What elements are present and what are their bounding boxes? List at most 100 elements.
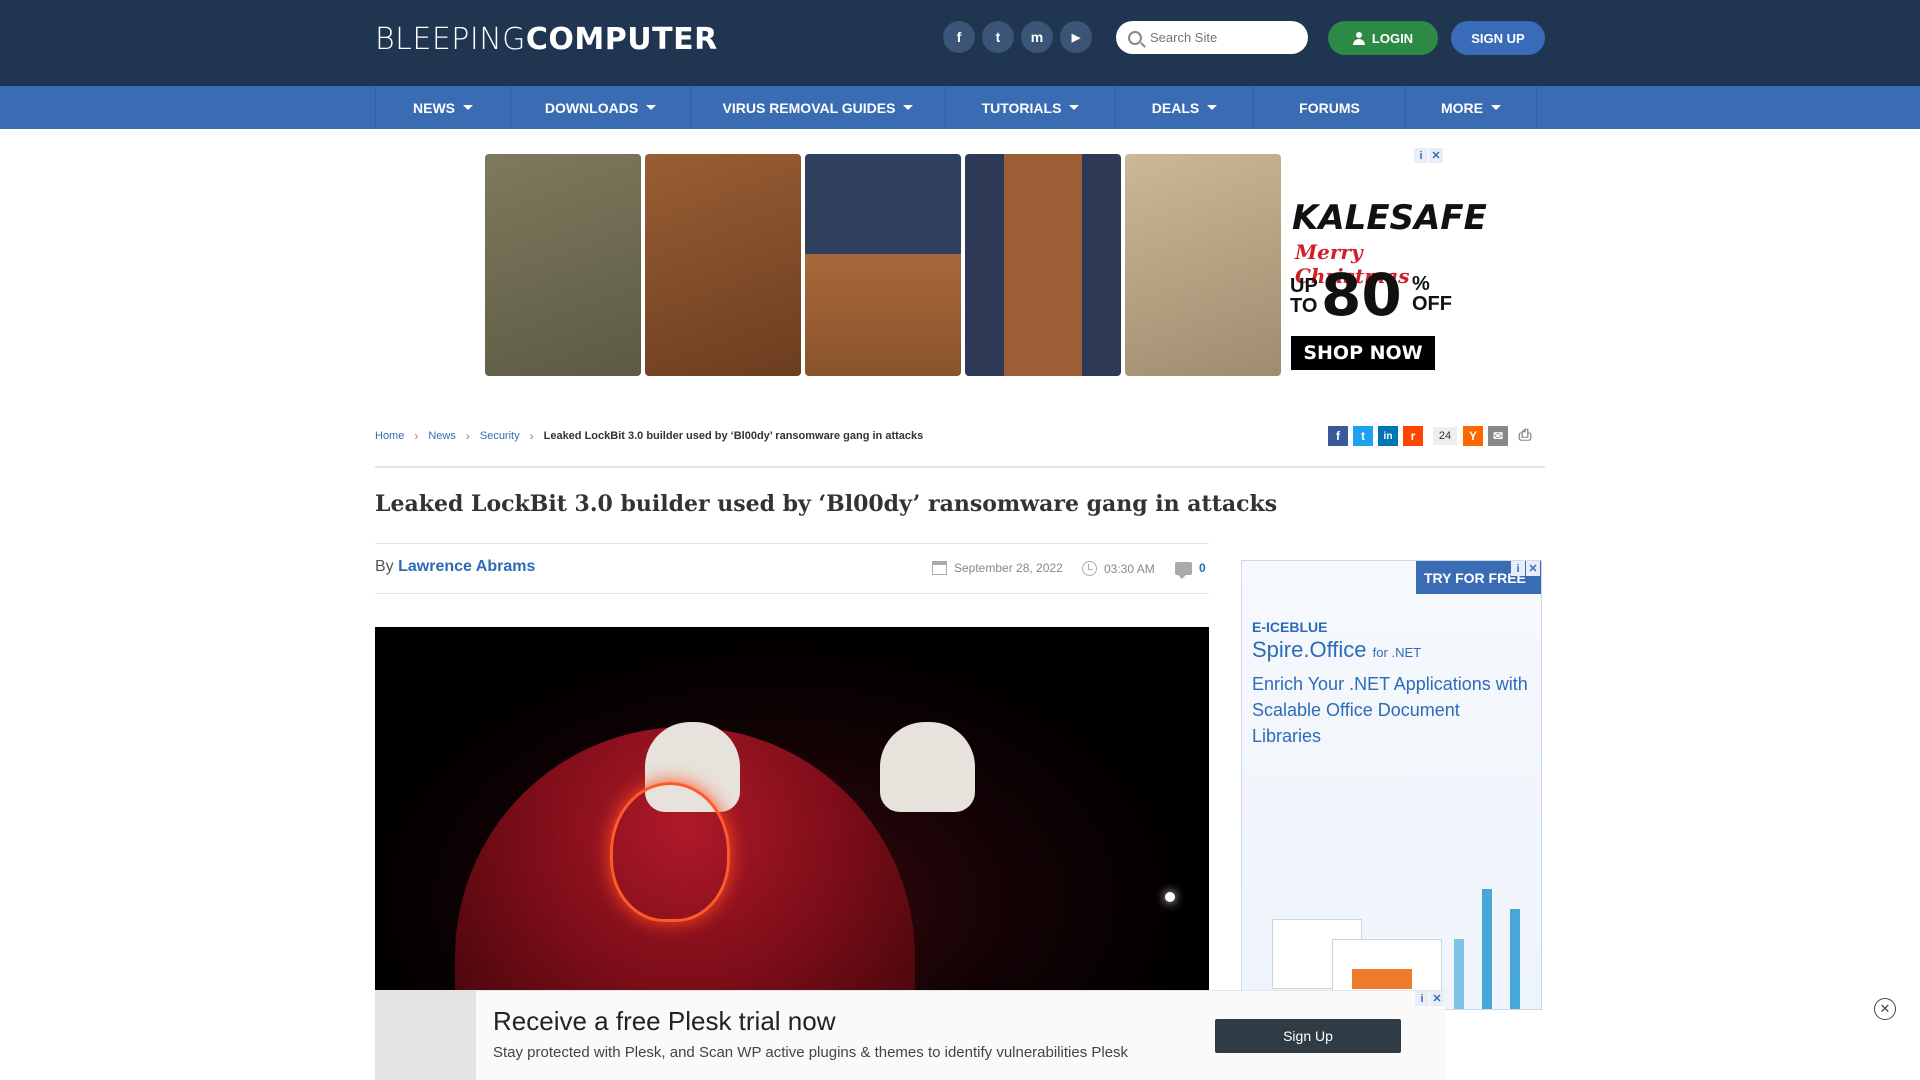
ad-product-image	[485, 154, 641, 376]
ad-brand: KALESAFE	[1292, 198, 1487, 238]
nav-item-downloads[interactable]: DOWNLOADS	[510, 86, 690, 129]
close-icon[interactable]: ✕	[1429, 148, 1443, 163]
search-icon	[1128, 30, 1142, 45]
ad-thumbnail	[375, 991, 476, 1080]
chevron-down-icon	[646, 105, 657, 110]
site-header: BLEEPINGCOMPUTER f t m ▶ LOGIN SIGN UP	[0, 0, 1920, 86]
ad-product-image	[645, 154, 801, 376]
close-icon[interactable]: ✕	[1526, 561, 1540, 576]
nav-label: TUTORIALS	[981, 99, 1062, 116]
right-hand	[880, 722, 975, 812]
article-title: Leaked LockBit 3.0 builder used by ‘Bl00…	[375, 491, 1278, 517]
youtube-icon[interactable]: ▶	[1060, 21, 1092, 53]
article-time: 03:30 AM	[1082, 561, 1155, 576]
chevron-down-icon	[1069, 105, 1080, 110]
nav-label: DOWNLOADS	[544, 99, 639, 116]
facebook-icon[interactable]: f	[943, 21, 975, 53]
hackernews-share-icon[interactable]: Y	[1463, 426, 1483, 446]
nav-item-forums[interactable]: FORUMS	[1253, 86, 1405, 129]
divider	[375, 543, 1209, 544]
close-ad-icon[interactable]: ✕	[1874, 998, 1896, 1020]
date-text: September 28, 2022	[954, 561, 1063, 575]
ad-brand: E-ICEBLUE	[1252, 619, 1328, 635]
ad-choices[interactable]: i ✕	[1414, 148, 1444, 163]
user-icon	[1352, 31, 1365, 45]
ad-info-icon[interactable]: i	[1511, 561, 1525, 576]
logo-light-text: BLEEPING	[375, 22, 526, 57]
ad-discount: 80	[1321, 261, 1402, 329]
nav-item-deals[interactable]: DEALS	[1115, 86, 1253, 129]
light-dot	[1165, 892, 1175, 902]
ad-info-icon[interactable]: i	[1415, 991, 1429, 1006]
print-icon[interactable]: ⎙	[1515, 426, 1535, 446]
bottom-sticky-ad[interactable]: Receive a free Plesk trial now Stay prot…	[375, 990, 1445, 1080]
ad-product-name: Spire.Office	[1252, 637, 1367, 662]
mastodon-icon[interactable]: m	[1021, 21, 1053, 53]
ad-product-suffix: for .NET	[1372, 645, 1422, 660]
bar-graphic	[1510, 909, 1520, 1009]
chevron-down-icon	[903, 105, 914, 110]
ad-product: Spire.Office for .NET	[1252, 637, 1421, 663]
nav-item-more[interactable]: MORE	[1405, 86, 1537, 129]
close-icon[interactable]: ✕	[1430, 991, 1444, 1006]
linkedin-share-icon[interactable]: in	[1378, 426, 1398, 446]
divider	[375, 466, 1545, 468]
twitter-share-icon[interactable]: t	[1353, 426, 1373, 446]
email-share-icon[interactable]: ✉	[1488, 426, 1508, 446]
reddit-share-icon[interactable]: r	[1403, 426, 1423, 446]
ad-product-image	[965, 154, 1121, 376]
ad-product-image	[805, 154, 961, 376]
nav-item-news[interactable]: NEWS	[375, 86, 510, 129]
breadcrumb-security[interactable]: Security	[480, 430, 520, 442]
breadcrumb: Home › News › Security › Leaked LockBit …	[375, 429, 923, 443]
article-date: September 28, 2022	[932, 561, 1063, 575]
facebook-share-icon[interactable]: f	[1328, 426, 1348, 446]
ad-product-image	[1125, 154, 1281, 376]
chevron-right-icon: ›	[414, 429, 419, 443]
author-link[interactable]: Lawrence Abrams	[398, 558, 535, 575]
comment-count[interactable]: 0	[1199, 561, 1206, 575]
chevron-down-icon	[463, 105, 473, 110]
signup-label: SIGN UP	[1471, 30, 1525, 46]
ad-up-to: UP TO	[1290, 275, 1318, 317]
share-count: 24	[1433, 427, 1457, 445]
comment-icon	[1175, 561, 1192, 579]
main-nav: NEWS DOWNLOADS VIRUS REMOVAL GUIDES TUTO…	[0, 86, 1920, 129]
twitter-icon[interactable]: t	[982, 21, 1014, 53]
signup-button[interactable]: SIGN UP	[1451, 21, 1545, 55]
breadcrumb-home[interactable]: Home	[375, 430, 404, 442]
byline-prefix: By	[375, 558, 394, 575]
search-box[interactable]	[1116, 21, 1308, 54]
ad-copy: Enrich Your .NET Applications with Scala…	[1252, 674, 1528, 746]
chevron-right-icon: ›	[529, 429, 534, 443]
nav-item-virus-removal-guides[interactable]: VIRUS REMOVAL GUIDES	[690, 86, 945, 129]
time-text: 03:30 AM	[1104, 561, 1155, 576]
ad-choices[interactable]: i ✕	[1511, 561, 1541, 576]
ad-choices[interactable]: i ✕	[1415, 991, 1445, 1006]
ad-info-icon[interactable]: i	[1414, 148, 1428, 163]
ad-subtitle: Stay protected with Plesk, and Scan WP a…	[493, 1044, 1129, 1061]
comments-link[interactable]: 0	[1175, 561, 1206, 579]
login-button[interactable]: LOGIN	[1328, 21, 1438, 55]
chart-graphic	[1352, 969, 1412, 989]
ad-signup-button[interactable]: Sign Up	[1215, 1019, 1401, 1053]
ad-title: Receive a free Plesk trial now	[493, 1006, 836, 1036]
site-logo[interactable]: BLEEPINGCOMPUTER	[375, 22, 718, 57]
breadcrumb-current: Leaked LockBit 3.0 builder used by ‘Bl00…	[543, 430, 924, 442]
top-banner-ad[interactable]: KALESAFE Merry Christmas UP TO 80 % OFF …	[485, 148, 1487, 388]
neon-mask	[610, 782, 730, 922]
ad-shop-now-button[interactable]: SHOP NOW	[1291, 336, 1435, 370]
chevron-down-icon	[1491, 105, 1501, 110]
nav-label: DEALS	[1151, 99, 1200, 116]
search-input[interactable]	[1150, 30, 1290, 45]
chevron-down-icon	[1207, 105, 1218, 110]
sidebar-ad[interactable]: TRY FOR FREE i ✕ E-ICEBLUE Spire.Office f…	[1241, 560, 1542, 1010]
breadcrumb-news[interactable]: News	[428, 430, 456, 442]
nav-label: NEWS	[413, 99, 455, 116]
nav-item-tutorials[interactable]: TUTORIALS	[945, 86, 1115, 129]
bar-graphic	[1454, 939, 1464, 1009]
nav-label: MORE	[1441, 99, 1483, 116]
clock-icon	[1082, 561, 1097, 576]
bar-graphic	[1482, 889, 1492, 1009]
chevron-right-icon: ›	[465, 429, 470, 443]
